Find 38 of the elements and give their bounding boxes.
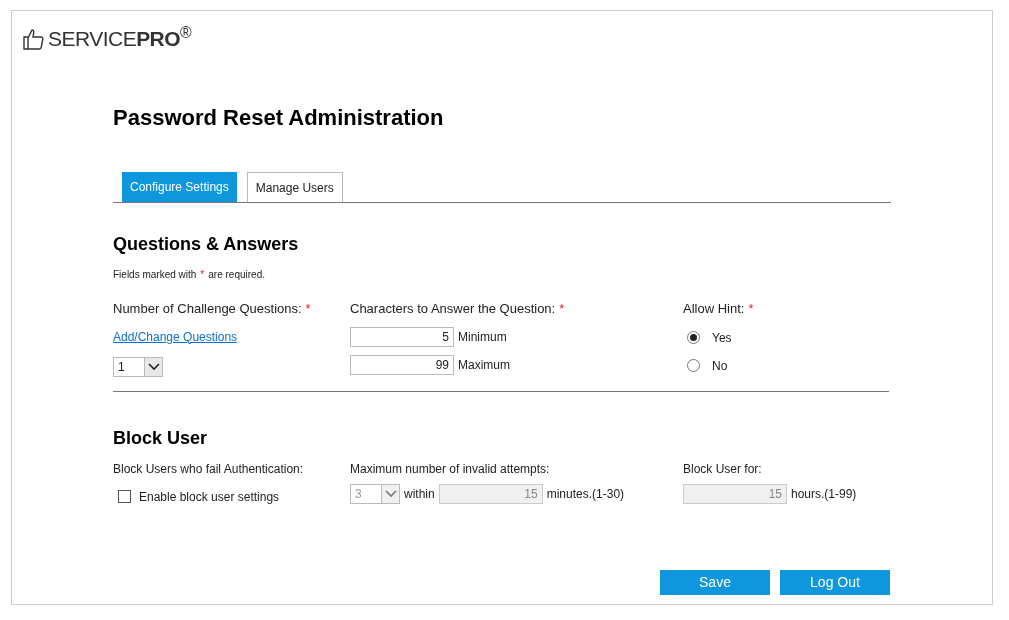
number-field[interactable]: 99 — [350, 354, 454, 375]
required-note: are required. — [208, 268, 265, 282]
field-label: Block Users who fail Authentication: — [113, 460, 305, 478]
field-unit: hours.(1-99) — [791, 485, 857, 503]
field-unit: Maximum — [458, 356, 510, 374]
field-unit: Minimum — [458, 328, 507, 346]
checkbox[interactable] — [118, 490, 131, 503]
radio-label: Yes — [712, 329, 732, 347]
field-label: Block User for: — [683, 460, 763, 478]
radio-button[interactable] — [687, 331, 700, 344]
field-unit: minutes.(1-30) — [546, 485, 625, 503]
tab[interactable]: Manage Users — [246, 172, 343, 202]
required-note: Fields marked with — [113, 268, 197, 282]
section-heading: Block User — [113, 426, 209, 450]
thumbs-up-icon — [22, 27, 46, 51]
field-label: Maximum number of invalid attempts: — [350, 460, 551, 478]
chevron-down-icon — [144, 357, 162, 376]
radio-label: No — [712, 357, 728, 375]
save-button[interactable]: Save — [660, 569, 770, 595]
chevron-down-icon — [381, 484, 399, 503]
required-asterisk: * — [200, 268, 205, 282]
field-label: Characters to Answer the Question: — [350, 300, 556, 318]
page-title: Password Reset Administration — [113, 104, 445, 132]
section-heading: Questions & Answers — [113, 233, 300, 256]
within-label: within — [404, 485, 435, 503]
add-change-questions-link[interactable]: Add/Change Questions — [113, 328, 238, 345]
brand-logo: SERVICEPRO$^{®}$ — [48, 27, 192, 51]
required-asterisk: * — [748, 300, 754, 318]
required-asterisk: * — [559, 300, 565, 318]
number-field[interactable]: 5 — [350, 326, 454, 347]
radio-button[interactable] — [687, 359, 700, 372]
field-label: Number of Challenge Questions: — [113, 300, 302, 318]
dropdown[interactable]: 1 — [113, 356, 163, 377]
log-out-button[interactable]: Log Out — [780, 569, 890, 595]
tab[interactable]: Configure Settings — [122, 172, 237, 202]
field-label: Allow Hint: — [683, 300, 745, 318]
checkbox-label: Enable block user settings — [139, 488, 280, 506]
required-asterisk: * — [305, 300, 311, 318]
